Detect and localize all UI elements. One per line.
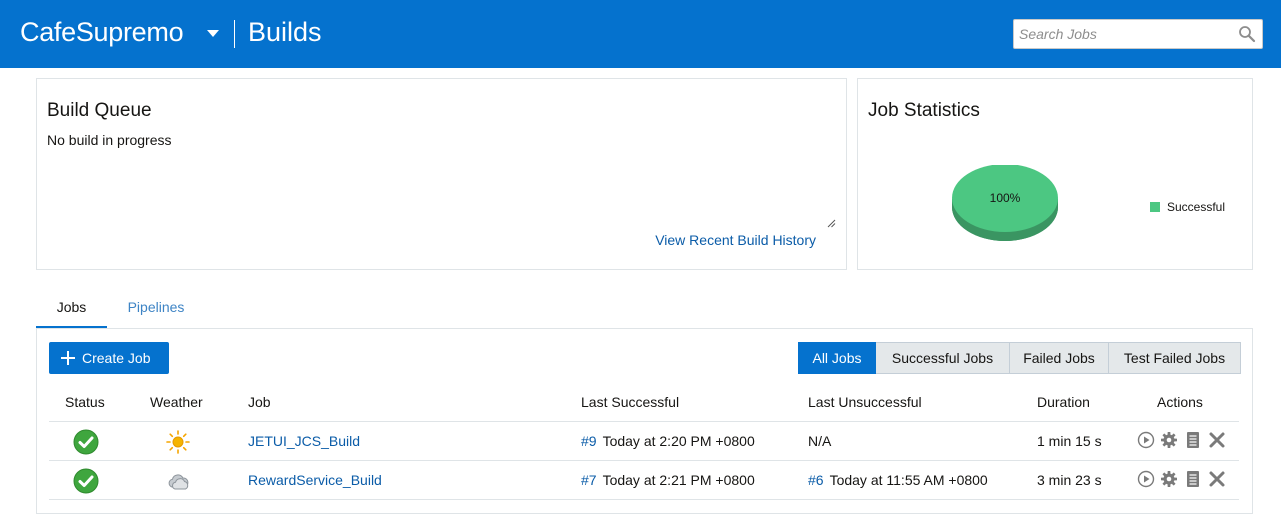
create-job-label: Create Job	[82, 350, 151, 366]
plus-icon	[61, 351, 75, 365]
jobs-panel: Create Job All Jobs Successful Jobs Fail…	[36, 328, 1253, 514]
job-statistics-pie-chart: 100%	[952, 165, 1058, 241]
build-log-icon[interactable]	[1183, 430, 1203, 450]
build-log-icon[interactable]	[1183, 469, 1203, 489]
search-box	[1013, 19, 1263, 49]
column-header-weather: Weather	[150, 394, 203, 410]
build-queue-panel: Build Queue No build in progress View Re…	[36, 78, 847, 270]
last-unsuccessful-time: Today at 11:55 AM +0800	[829, 472, 988, 488]
job-statistics-title: Job Statistics	[868, 100, 980, 121]
legend-swatch-successful	[1150, 202, 1160, 212]
tab-jobs[interactable]: Jobs	[36, 288, 107, 329]
column-header-actions: Actions	[1157, 394, 1203, 410]
build-queue-message: No build in progress	[47, 132, 172, 148]
filter-failed-jobs[interactable]: Failed Jobs	[1010, 342, 1109, 374]
job-link[interactable]: RewardService_Build	[248, 472, 382, 488]
pie-slice-label: 100%	[990, 191, 1021, 205]
job-statistics-panel: Job Statistics 100% Successful	[857, 78, 1253, 270]
search-icon[interactable]	[1238, 25, 1256, 43]
build-number-link[interactable]: #9	[581, 433, 597, 449]
delete-job-icon[interactable]	[1207, 469, 1227, 489]
job-filter-group: All Jobs Successful Jobs Failed Jobs Tes…	[798, 342, 1241, 374]
run-build-icon[interactable]	[1136, 430, 1156, 450]
filter-all-jobs[interactable]: All Jobs	[798, 342, 876, 374]
view-build-history-link[interactable]: View Recent Build History	[655, 232, 816, 248]
project-dropdown-icon[interactable]	[207, 30, 219, 37]
build-number-link[interactable]: #6	[808, 472, 824, 488]
build-number-link[interactable]: #7	[581, 472, 597, 488]
page-title: Builds	[248, 17, 322, 47]
column-header-job: Job	[248, 394, 271, 410]
configure-gear-icon[interactable]	[1159, 469, 1179, 489]
search-input[interactable]	[1014, 20, 1234, 48]
configure-gear-icon[interactable]	[1159, 430, 1179, 450]
legend-label-successful: Successful	[1167, 200, 1226, 214]
success-check-icon	[73, 468, 99, 494]
chart-legend: Successful	[1150, 200, 1225, 214]
duration-cell: 1 min 15 s	[1037, 433, 1102, 449]
filter-successful-jobs[interactable]: Successful Jobs	[876, 342, 1010, 374]
last-unsuccessful-cell: N/A	[808, 433, 832, 449]
column-header-last-unsuccessful: Last Unsuccessful	[808, 394, 922, 410]
delete-job-icon[interactable]	[1207, 430, 1227, 450]
success-check-icon	[73, 429, 99, 455]
filter-test-failed-jobs[interactable]: Test Failed Jobs	[1109, 342, 1241, 374]
header-divider	[234, 20, 235, 48]
cloudy-weather-icon	[168, 474, 189, 490]
project-name[interactable]: CafeSupremo	[20, 17, 184, 48]
build-queue-title: Build Queue	[47, 100, 152, 121]
column-header-status: Status	[65, 394, 105, 410]
run-build-icon[interactable]	[1136, 469, 1156, 489]
last-successful-cell: #9 Today at 2:20 PM +0800	[581, 433, 755, 449]
last-successful-cell: #7 Today at 2:21 PM +0800	[581, 472, 755, 488]
create-job-button[interactable]: Create Job	[49, 342, 169, 374]
table-row: JETUI_JCS_Build #9 Today at 2:20 PM +0800…	[49, 422, 1239, 461]
table-header: Status Weather Job Last Successful Last …	[49, 381, 1239, 422]
duration-cell: 3 min 23 s	[1037, 472, 1102, 488]
last-successful-time: Today at 2:21 PM +0800	[602, 472, 755, 488]
column-header-duration: Duration	[1037, 394, 1090, 410]
table-row: RewardService_Build #7 Today at 2:21 PM +…	[49, 461, 1239, 500]
sunny-weather-icon	[166, 430, 190, 454]
tab-pipelines[interactable]: Pipelines	[114, 288, 198, 329]
job-link[interactable]: JETUI_JCS_Build	[248, 433, 360, 449]
resize-handle-icon[interactable]	[827, 219, 836, 228]
column-header-last-successful: Last Successful	[581, 394, 680, 410]
app-header: CafeSupremo Builds	[0, 0, 1281, 68]
last-successful-time: Today at 2:20 PM +0800	[602, 433, 755, 449]
last-unsuccessful-cell: #6 Today at 11:55 AM +0800	[808, 472, 988, 488]
